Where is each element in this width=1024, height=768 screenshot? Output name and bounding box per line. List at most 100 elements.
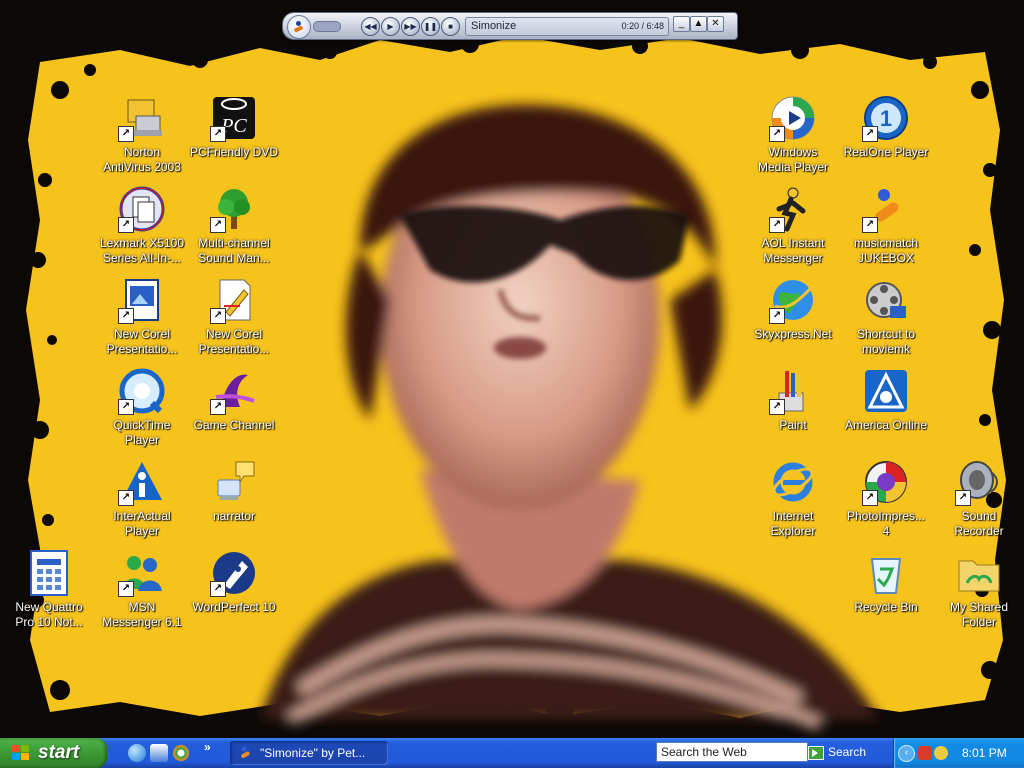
msn-messenger-icon: ↗ [118,549,166,597]
desktop-icon-label: MSN Messenger 6.1 [102,600,182,629]
desktop-icon-corel2[interactable]: ↗ New Corel Presentatio... [188,276,280,357]
search-button[interactable]: Search [808,742,888,762]
clock: 8:01 PM [962,746,1007,760]
shortcut-arrow-icon: ↗ [862,217,878,233]
shortcut-arrow-icon: ↗ [210,126,226,142]
shortcut-arrow-icon: ↗ [210,217,226,233]
photoimpression-icon: ↗ [862,458,910,506]
search-web-input[interactable]: Search the Web [656,742,808,762]
desktop-icon-photoimpression[interactable]: ↗ PhotoImpres... 4 [840,458,932,539]
shortcut-arrow-icon: ↗ [118,217,134,233]
narrator-icon [210,458,258,506]
previous-button[interactable]: ◀◀ [361,17,380,36]
desktop-icon-wmp[interactable]: ↗ Windows Media Player [747,94,839,175]
desktop-icon-label: AOL Instant Messenger [761,236,825,265]
windows-media-player-icon: ↗ [769,94,817,142]
desktop-icon-narrator[interactable]: narrator [188,458,280,524]
desktop-icon-label: InterActual Player [113,509,171,538]
media-player-mini-bar[interactable]: ◀◀ ▶ ▶▶ ❚❚ ■ Simonize 0:20 / 6:48 _ ▲ ✕ [282,12,738,40]
desktop-icon-label: My Shared Folder [949,600,1009,629]
desktop-icon-label: Skyxpress.Net [754,327,832,341]
norton-antivirus-icon: ↗ [118,94,166,142]
shortcut-arrow-icon: ↗ [769,126,785,142]
pause-button[interactable]: ❚❚ [421,17,440,36]
desktop-icon-sharedfolder[interactable]: My Shared Folder [933,549,1024,630]
taskbar: start » "Simonize" by Pet... Search the … [0,738,1024,768]
internet-explorer-icon[interactable] [128,744,146,762]
desktop-icon-label: narrator [212,509,256,523]
desktop-icon-realone[interactable]: 1 ↗ RealOne Player [840,94,932,160]
desktop-icon-label: Paint [779,418,807,432]
desktop-icon-recyclebin[interactable]: Recycle Bin [840,549,932,615]
desktop-icon-label: Sound Recorder [954,509,1004,538]
desktop-icon-quattro[interactable]: New Quattro Pro 10 Not... [3,549,95,630]
desktop-icon-label: PhotoImpres... 4 [846,509,926,538]
shortcut-arrow-icon: ↗ [210,308,226,324]
corel-presentation-icon: ↗ [118,276,166,324]
taskbar-item-media-player[interactable]: "Simonize" by Pet... [230,741,388,765]
shortcut-arrow-icon: ↗ [118,581,134,597]
tray-security-icon[interactable] [918,746,932,760]
desktop-icon-label: Norton AntiVirus 2003 [103,145,181,174]
interactual-icon: ↗ [118,458,166,506]
desktop-icon-label: PCFriendly DVD [189,145,279,159]
search-arrow-icon [808,745,824,760]
shortcut-arrow-icon: ↗ [769,308,785,324]
desktop-icon-corel1[interactable]: ↗ New Corel Presentatio... [96,276,188,357]
musicmatch-logo-icon[interactable] [287,15,311,39]
desktop-icon-multichannel[interactable]: ↗ Multi-channel Sound Man... [188,185,280,266]
shortcut-arrow-icon: ↗ [210,399,226,415]
desktop-icon-paint[interactable]: ↗ Paint [747,367,839,433]
next-button[interactable]: ▶▶ [401,17,420,36]
shortcut-arrow-icon: ↗ [118,399,134,415]
desktop-icon-soundrecorder[interactable]: ↗ Sound Recorder [933,458,1024,539]
outlook-icon[interactable] [150,744,168,762]
desktop-icon-quicktime[interactable]: ↗ QuickTime Player [96,367,188,448]
desktop-icon-label: Shortcut to moviemk [856,327,916,356]
desktop-icon-pcfriendly[interactable]: PC ↗ PCFriendly DVD [188,94,280,160]
desktop-icon-interactual[interactable]: ↗ InterActual Player [96,458,188,539]
desktop-icon-label: New Quattro Pro 10 Not... [15,600,83,629]
desktop-icon-label: Windows Media Player [757,145,829,174]
quicktime-icon: ↗ [118,367,166,415]
now-playing-display: Simonize 0:20 / 6:48 [465,17,669,36]
play-button[interactable]: ▶ [381,17,400,36]
tray-musicmatch-icon[interactable] [934,746,948,760]
desktop-icon-norton[interactable]: ↗ Norton AntiVirus 2003 [96,94,188,175]
desktop-icon-label: musicmatch JUKEBOX [853,236,918,265]
realone-icon: 1 ↗ [862,94,910,142]
close-button[interactable]: ✕ [707,16,724,32]
america-online-icon [862,367,910,415]
paint-icon: ↗ [769,367,817,415]
show-hidden-icons-button[interactable]: ‹ [898,745,915,762]
desktop-icon-label: WordPerfect 10 [192,600,276,614]
windows-media-player-icon[interactable] [172,744,190,762]
shortcut-arrow-icon: ↗ [862,126,878,142]
desktop-icon-ie[interactable]: Internet Explorer [747,458,839,539]
desktop-icon-label: Game Channel [193,418,275,432]
desktop-icon-moviemk[interactable]: Shortcut to moviemk [840,276,932,357]
shortcut-arrow-icon: ↗ [118,308,134,324]
desktop-icon-aol[interactable]: America Online [840,367,932,433]
desktop-icon-msn[interactable]: ↗ MSN Messenger 6.1 [96,549,188,630]
track-time: 0:20 / 6:48 [621,21,664,31]
desktop-icon-aim[interactable]: ↗ AOL Instant Messenger [747,185,839,266]
track-title: Simonize [471,20,517,32]
desktop-icon-musicmatch[interactable]: ↗ musicmatch JUKEBOX [840,185,932,266]
desktop-icon-gamechannel[interactable]: ↗ Game Channel [188,367,280,433]
start-button[interactable]: start [0,738,107,768]
stop-button[interactable]: ■ [441,17,460,36]
minimize-button[interactable]: _ [673,16,690,32]
recycle-bin-icon [862,549,910,597]
volume-slider[interactable] [313,21,341,32]
svg-text:1: 1 [880,106,892,131]
quick-launch-more-button[interactable]: » [204,740,211,754]
desktop-icon-skyxpress[interactable]: ↗ Skyxpress.Net [747,276,839,342]
expand-button[interactable]: ▲ [690,16,707,32]
desktop-icon-wordperfect[interactable]: ↗ WordPerfect 10 [188,549,280,615]
musicmatch-icon: ↗ [862,185,910,233]
aim-icon: ↗ [769,185,817,233]
desktop-icon-lexmark[interactable]: ↗ Lexmark X5100 Series All-In-... [96,185,188,266]
desktop-icon-label: RealOne Player [843,145,929,159]
musicmatch-icon [238,746,252,760]
